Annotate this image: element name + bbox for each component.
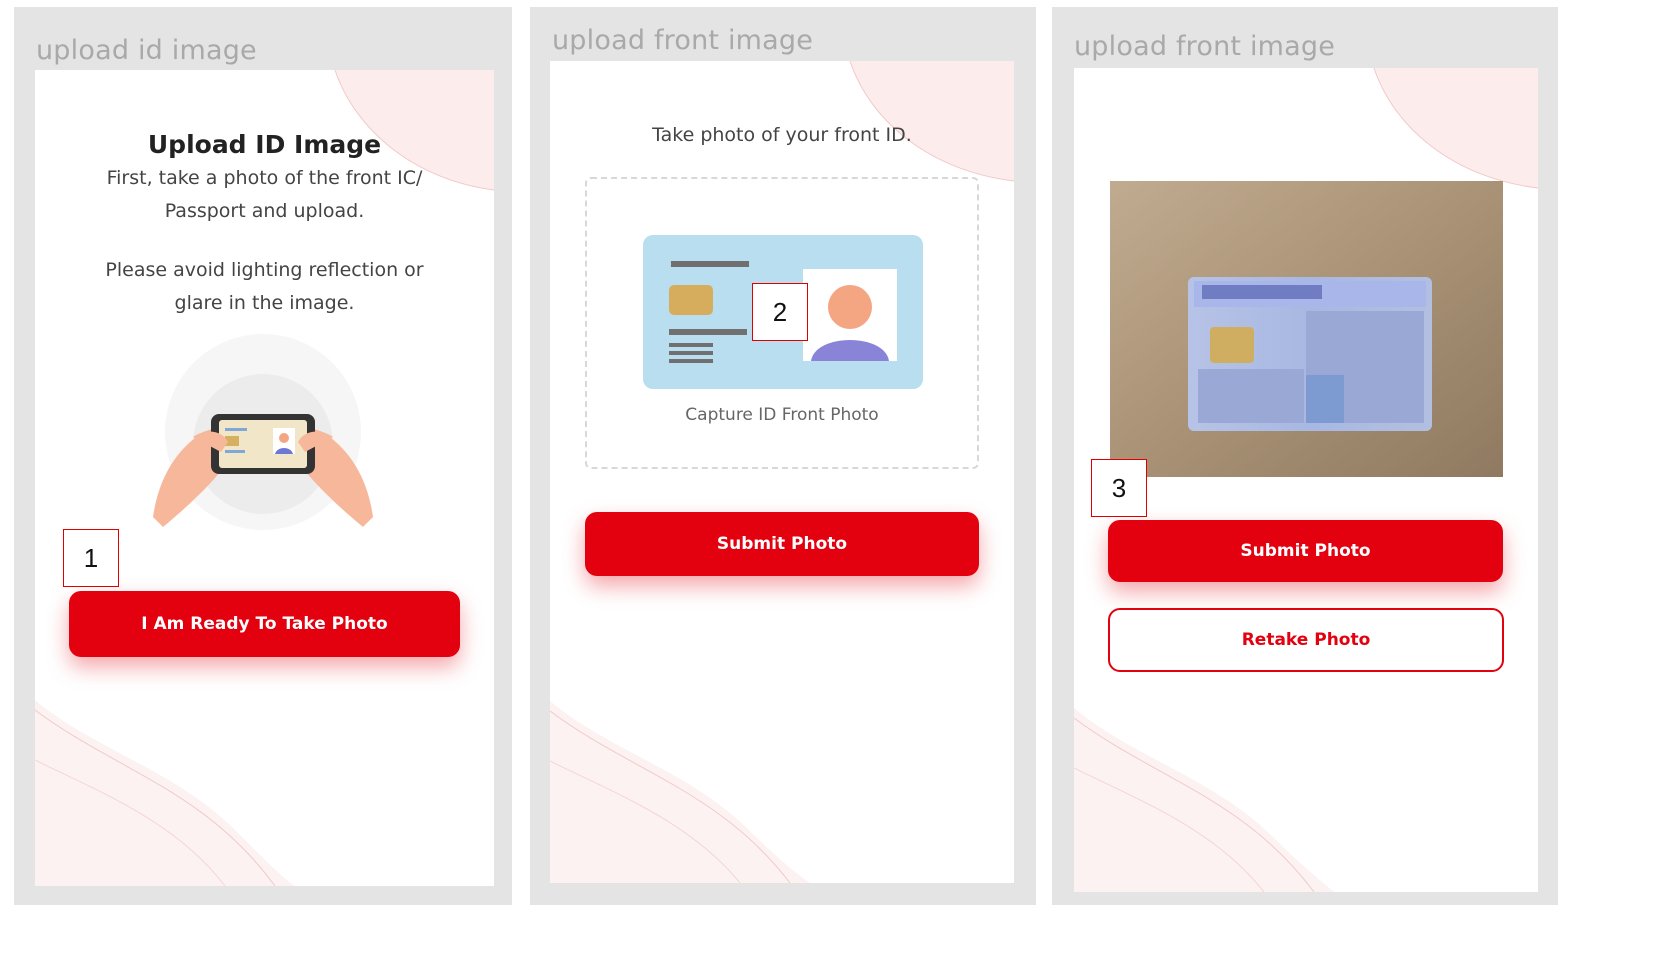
mobile-screen: Upload ID Image First, take a photo of t… [35,70,494,886]
panel-title: upload id image [36,35,257,66]
panel-title: upload front image [552,25,814,56]
hands-holding-phone-icon [153,334,373,530]
step-marker-1: 1 [63,529,119,587]
submit-photo-button[interactable]: Submit Photo [1108,520,1503,582]
captured-id-photo-image [1110,181,1503,477]
ready-take-photo-button[interactable]: I Am Ready To Take Photo [69,591,460,657]
capture-caption: Capture ID Front Photo [685,405,879,425]
panel-upload-id: upload id image Upload ID Image First, t… [14,7,512,905]
step-marker-3: 3 [1091,459,1147,517]
step-marker-2: 2 [752,283,808,341]
panel-upload-front: upload front image Take photo of your fr… [530,7,1036,905]
mobile-screen: Take photo of your front ID. Capture ID … [550,61,1014,883]
panel-title: upload front image [1074,31,1336,62]
panel-upload-front-preview: upload front image Submit Photo Retake P… [1052,7,1558,905]
retake-photo-button[interactable]: Retake Photo [1108,608,1504,672]
instruction-text: Take photo of your front ID. [652,124,912,146]
captured-id-photo [1110,181,1503,477]
lighting-note: Please avoid lighting reflection or glar… [105,259,424,314]
intro-text: First, take a photo of the front IC/ Pas… [106,167,423,222]
submit-photo-button[interactable]: Submit Photo [585,512,979,576]
page-title: Upload ID Image [147,130,382,159]
